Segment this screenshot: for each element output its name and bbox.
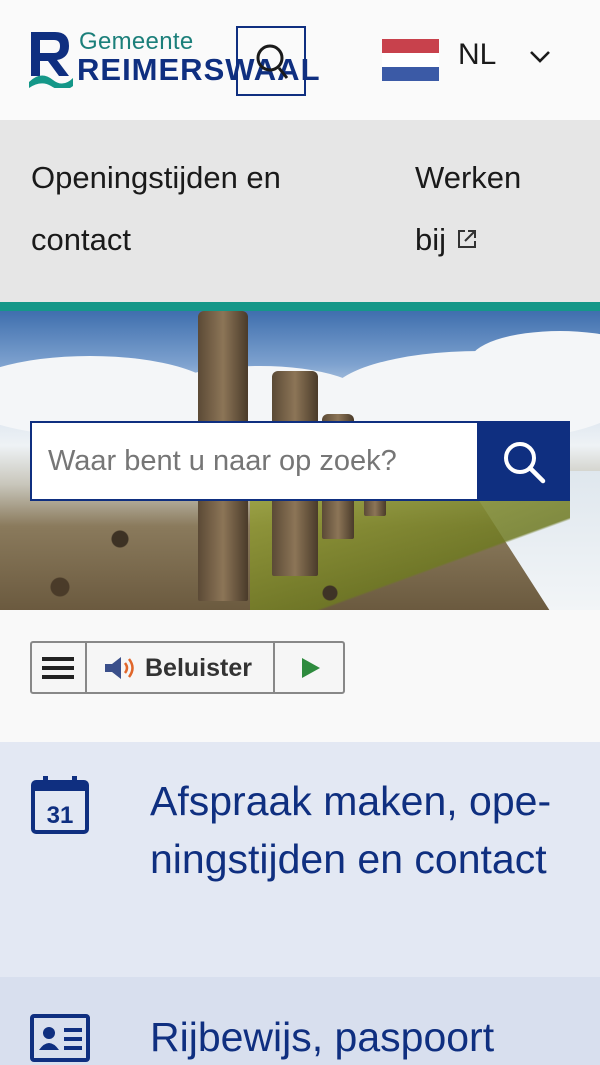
readspeaker-menu-button[interactable] [32, 643, 87, 692]
nav-link-werken-bij[interactable]: Werken bij [415, 147, 555, 271]
search-icon [256, 44, 289, 79]
task-card-title: Afspraak maken, ope-ningstijden en conta… [150, 778, 552, 882]
external-link-icon [458, 229, 477, 248]
nav-link-label: Openingstijden en contact [31, 160, 281, 257]
search-toggle-button[interactable] [236, 26, 306, 96]
calendar-icon: 31 [31, 776, 89, 834]
task-card-id-documents[interactable]: Rijbewijs, paspoort [0, 977, 600, 1065]
play-icon [302, 658, 320, 678]
readspeaker-listen-button[interactable]: Beluister [87, 643, 275, 692]
search-form [30, 421, 570, 501]
logo-mark-icon [29, 32, 73, 88]
chevron-down-icon[interactable] [528, 49, 552, 65]
task-card-title: Rijbewijs, paspoort [150, 1014, 495, 1060]
search-submit-button[interactable] [478, 421, 570, 501]
readspeaker-listen-label: Beluister [145, 654, 252, 682]
speaker-icon [105, 657, 134, 679]
readspeaker-bar: Beluister [30, 641, 345, 694]
search-icon [504, 442, 546, 484]
language-selector[interactable]: NL [458, 38, 496, 72]
hamburger-icon [42, 657, 74, 679]
readspeaker-play-button[interactable] [275, 643, 345, 692]
calendar-day-number: 31 [47, 802, 74, 829]
accent-divider [0, 302, 600, 311]
id-card-icon [30, 1014, 90, 1062]
task-card-appointment[interactable]: 31 Afspraak maken, ope-ningstijden en co… [0, 742, 600, 977]
dutch-flag-icon[interactable] [382, 39, 439, 81]
hero-banner [0, 311, 600, 610]
search-input[interactable] [30, 421, 479, 501]
top-navigation: Openingstijden en contact Werken bij [0, 120, 600, 302]
site-header: Gemeente REIMERSWAAL NL [0, 0, 600, 120]
nav-link-opening-hours[interactable]: Openingstijden en contact [31, 147, 331, 271]
